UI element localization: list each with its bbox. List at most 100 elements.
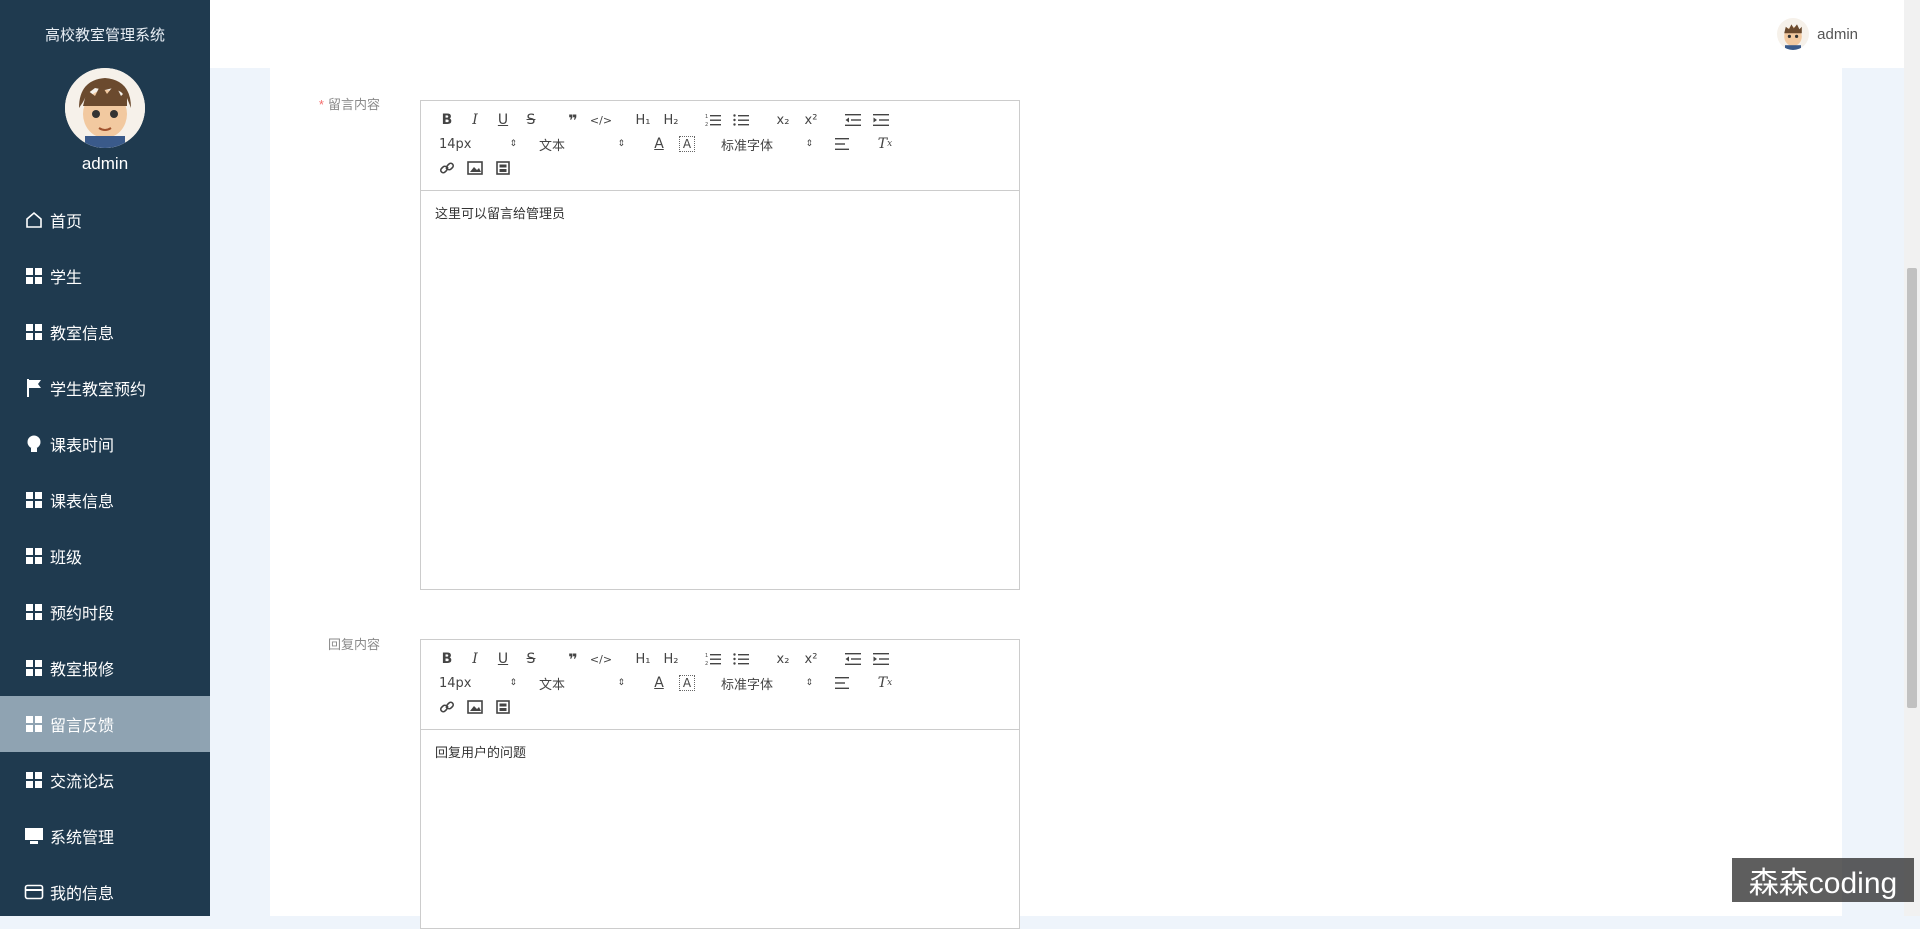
- bullet-list-icon[interactable]: [727, 109, 755, 131]
- sidebar-item-classroom-booking[interactable]: 学生教室预约: [0, 360, 210, 416]
- sidebar-item-home[interactable]: 首页: [0, 192, 210, 248]
- font-family-select[interactable]: 标准字体 ⇕: [721, 674, 813, 693]
- underline-button[interactable]: U: [489, 109, 517, 131]
- superscript-button[interactable]: x²: [797, 109, 825, 131]
- clear-format-button[interactable]: Tx: [871, 133, 899, 155]
- reply-label: 回复内容: [327, 637, 380, 652]
- sidebar-item-system[interactable]: 系统管理: [0, 808, 210, 864]
- sidebar-item-label: 首页: [50, 214, 83, 231]
- font-size-value: 14px: [439, 136, 472, 152]
- subscript-button[interactable]: x₂: [769, 648, 797, 670]
- link-icon[interactable]: [433, 157, 461, 179]
- svg-text:1: 1: [705, 114, 708, 120]
- sidebar-item-schedule-time[interactable]: 课表时间: [0, 416, 210, 472]
- h1-button[interactable]: H₁: [629, 109, 657, 131]
- grid-icon: [24, 546, 44, 566]
- sidebar-item-classroom-info[interactable]: 教室信息: [0, 304, 210, 360]
- sidebar-item-booking-slots[interactable]: 预约时段: [0, 584, 210, 640]
- indent-icon[interactable]: [867, 109, 895, 131]
- font-color-button[interactable]: A: [645, 133, 673, 155]
- background-color-button[interactable]: A: [679, 136, 695, 152]
- font-color-button[interactable]: A: [645, 672, 673, 694]
- user-menu[interactable]: admin: [1777, 18, 1858, 50]
- sidebar-item-label: 教室信息: [50, 326, 115, 343]
- sidebar-menu: 首页 学生 教室信息 学生教室预约 课表时间 课表信息 班级 预约时段 教室报修…: [0, 192, 210, 920]
- align-icon[interactable]: [829, 133, 857, 155]
- blockquote-button[interactable]: ❞: [559, 648, 587, 670]
- select-arrows-icon: ⇕: [509, 678, 517, 688]
- font-size-select[interactable]: 14px ⇕: [433, 137, 517, 152]
- font-family-value: 标准字体: [721, 677, 774, 693]
- underline-button[interactable]: U: [489, 648, 517, 670]
- top-header: admin: [210, 0, 1904, 68]
- font-family-value: 标准字体: [721, 138, 774, 154]
- h1-button[interactable]: H₁: [629, 648, 657, 670]
- video-icon[interactable]: [489, 696, 517, 718]
- font-size-select[interactable]: 14px ⇕: [433, 676, 517, 691]
- video-icon[interactable]: [489, 157, 517, 179]
- image-icon[interactable]: [461, 157, 489, 179]
- code-block-button[interactable]: </>: [587, 648, 615, 670]
- bold-button[interactable]: B: [433, 109, 461, 131]
- font-family-select[interactable]: 标准字体 ⇕: [721, 135, 813, 154]
- select-arrows-icon: ⇕: [617, 139, 625, 149]
- page-scrollbar[interactable]: [1904, 0, 1920, 916]
- code-block-button[interactable]: </>: [587, 109, 615, 131]
- select-arrows-icon: ⇕: [509, 139, 517, 149]
- strike-button[interactable]: S: [517, 109, 545, 131]
- sidebar-item-feedback[interactable]: 留言反馈: [0, 696, 210, 752]
- bold-button[interactable]: B: [433, 648, 461, 670]
- bulb-icon: [24, 434, 44, 454]
- sidebar-item-forum[interactable]: 交流论坛: [0, 752, 210, 808]
- reply-editor-toolbar: B I U S ❞ </> H₁ H₂ 12 x₂ x² 14px ⇕ 文本 ⇕…: [421, 640, 1019, 730]
- ordered-list-icon[interactable]: 12: [699, 109, 727, 131]
- sidebar-item-label: 系统管理: [50, 830, 115, 847]
- indent-icon[interactable]: [867, 648, 895, 670]
- blockquote-button[interactable]: ❞: [559, 109, 587, 131]
- avatar[interactable]: [65, 68, 145, 148]
- grid-icon: [24, 658, 44, 678]
- sidebar-item-label: 教室报修: [50, 662, 115, 679]
- sidebar-item-my-info[interactable]: 我的信息: [0, 864, 210, 920]
- bullet-list-icon[interactable]: [727, 648, 755, 670]
- h2-button[interactable]: H₂: [657, 109, 685, 131]
- message-editor-toolbar: B I U S ❞ </> H₁ H₂ 12 x₂ x² 14px ⇕ 文本 ⇕…: [421, 101, 1019, 191]
- sidebar-item-label: 预约时段: [50, 606, 115, 623]
- strike-button[interactable]: S: [517, 648, 545, 670]
- italic-button[interactable]: I: [461, 648, 489, 670]
- image-icon[interactable]: [461, 696, 489, 718]
- header-username: admin: [1817, 25, 1858, 43]
- grid-icon: [24, 714, 44, 734]
- italic-button[interactable]: I: [461, 109, 489, 131]
- sidebar-item-label: 留言反馈: [50, 718, 115, 735]
- message-label: * 留言内容: [270, 94, 380, 113]
- outdent-icon[interactable]: [839, 109, 867, 131]
- required-mark: *: [318, 97, 324, 112]
- header-select[interactable]: 文本 ⇕: [539, 674, 625, 693]
- message-editor: B I U S ❞ </> H₁ H₂ 12 x₂ x² 14px ⇕ 文本 ⇕…: [420, 100, 1020, 590]
- header-select[interactable]: 文本 ⇕: [539, 135, 625, 154]
- select-arrows-icon: ⇕: [805, 139, 813, 149]
- sidebar-item-schedule-info[interactable]: 课表信息: [0, 472, 210, 528]
- scrollbar-thumb[interactable]: [1907, 268, 1917, 708]
- h2-button[interactable]: H₂: [657, 648, 685, 670]
- watermark: 森森coding: [1732, 858, 1914, 902]
- svg-text:1: 1: [705, 653, 708, 659]
- sidebar-item-label: 我的信息: [50, 886, 115, 903]
- align-icon[interactable]: [829, 672, 857, 694]
- reply-editor-content[interactable]: 回复用户的问题: [421, 730, 1019, 773]
- sidebar-item-students[interactable]: 学生: [0, 248, 210, 304]
- message-editor-content[interactable]: 这里可以留言给管理员: [421, 191, 1019, 234]
- background-color-button[interactable]: A: [679, 675, 695, 691]
- ordered-list-icon[interactable]: 12: [699, 648, 727, 670]
- select-arrows-icon: ⇕: [617, 678, 625, 688]
- clear-format-button[interactable]: Tx: [871, 672, 899, 694]
- superscript-button[interactable]: x²: [797, 648, 825, 670]
- subscript-button[interactable]: x₂: [769, 109, 797, 131]
- reply-editor: B I U S ❞ </> H₁ H₂ 12 x₂ x² 14px ⇕ 文本 ⇕…: [420, 639, 1020, 929]
- system-title: 高校教室管理系统: [44, 27, 165, 44]
- outdent-icon[interactable]: [839, 648, 867, 670]
- sidebar-item-class[interactable]: 班级: [0, 528, 210, 584]
- sidebar-item-repairs[interactable]: 教室报修: [0, 640, 210, 696]
- link-icon[interactable]: [433, 696, 461, 718]
